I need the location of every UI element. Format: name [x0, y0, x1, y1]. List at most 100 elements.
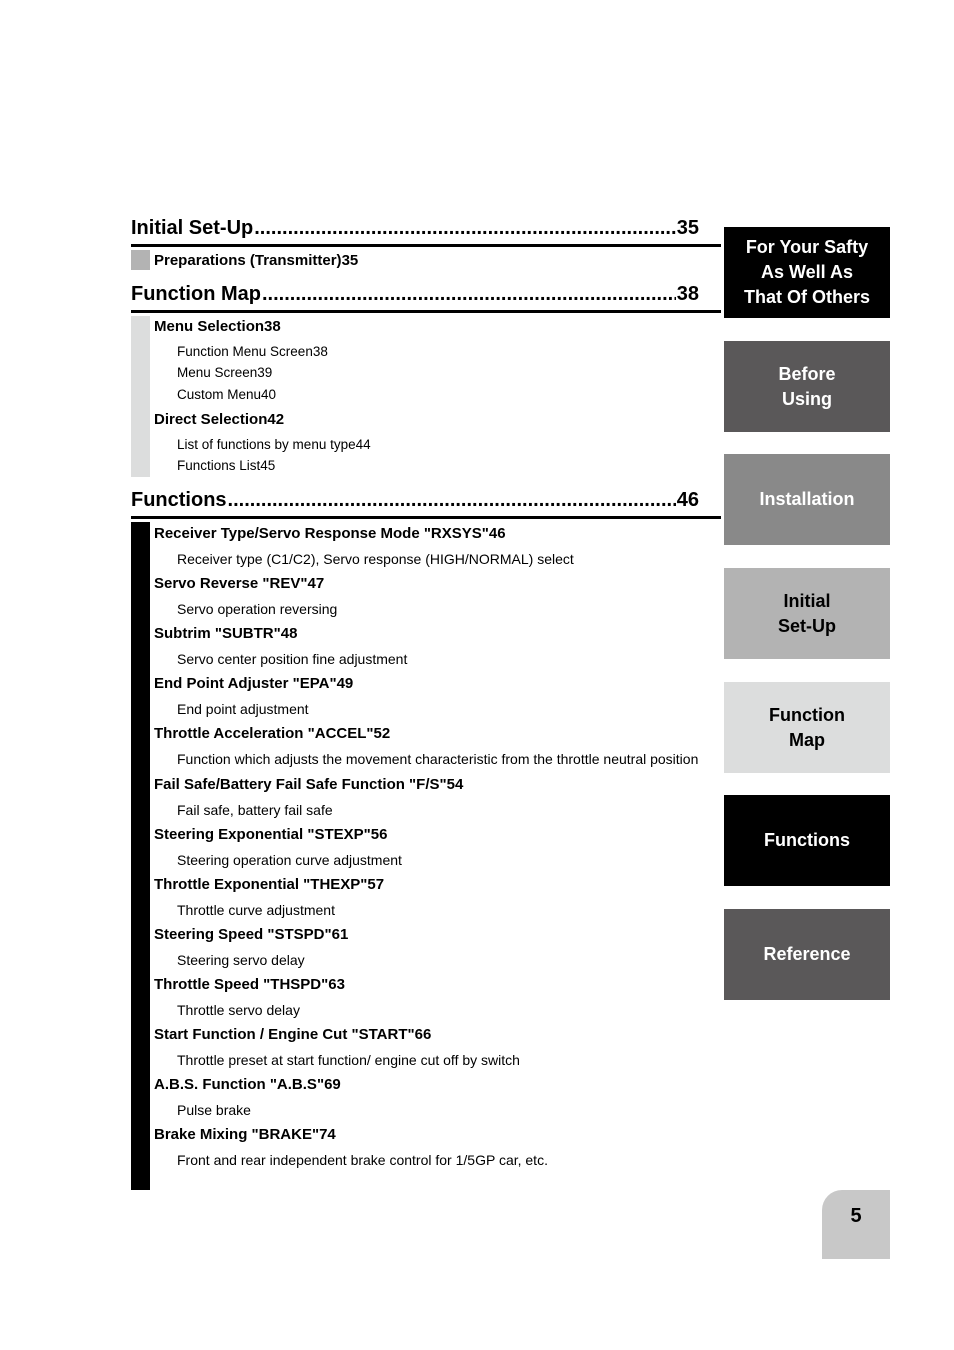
- tab-label-line: Set-Up: [778, 615, 836, 636]
- entry-page: 56: [370, 825, 388, 843]
- entry-description: Receiver type (C1/C2), Servo response (H…: [177, 551, 574, 567]
- entry-description: Throttle servo delay: [177, 1001, 300, 1018]
- entry-page: 44: [355, 437, 371, 452]
- toc-entry[interactable]: Subtrim "SUBTR" 48: [154, 625, 631, 642]
- toc-entry[interactable]: Brake Mixing "BRAKE" 74: [154, 1126, 631, 1143]
- entry-title: Function Menu Screen: [177, 344, 313, 359]
- entry-page: 74: [319, 1126, 336, 1144]
- entry-page: 63: [328, 975, 345, 993]
- section-page: 35: [676, 217, 699, 239]
- entry-title: Throttle Exponential "THEXP": [154, 875, 368, 893]
- tab-label-line: That Of Others: [743, 287, 870, 307]
- entry-description: Servo center position fine adjustment: [177, 651, 408, 668]
- entry-page: 47: [307, 575, 325, 593]
- section-initial-setup[interactable]: Initial Set-Up 35: [131, 217, 721, 247]
- tab-functions[interactable]: Functions: [724, 795, 890, 886]
- entry-title: Steering Exponential "STEXP": [154, 825, 371, 843]
- tab-installation[interactable]: Installation: [724, 454, 890, 545]
- entry-description: Steering servo delay: [177, 951, 305, 968]
- entry-page: 57: [367, 875, 385, 893]
- section-functions[interactable]: Functions 46: [131, 489, 721, 519]
- entry-description: Throttle curve adjustment: [177, 901, 335, 918]
- section-bar-function-map: [131, 316, 150, 477]
- entry-page: 38: [264, 318, 281, 335]
- tab-label-line: Function: [769, 704, 845, 725]
- section-page: 38: [676, 283, 699, 305]
- leader-dots: [262, 283, 676, 306]
- toc-sub-entry[interactable]: Function Menu Screen 38: [177, 344, 585, 359]
- entry-page: 45: [260, 458, 276, 473]
- section-function-map[interactable]: Function Map 38: [131, 283, 721, 313]
- section-title: Function Map: [131, 283, 261, 305]
- toc-sub-entry[interactable]: Menu Screen 39: [177, 365, 585, 380]
- toc-sub-entry[interactable]: Functions List 45: [177, 458, 585, 473]
- entry-page: 52: [373, 725, 391, 743]
- toc-entry[interactable]: Steering Exponential "STEXP" 56: [154, 826, 631, 843]
- entry-title: Receiver Type/Servo Response Mode "RXSYS…: [154, 525, 489, 542]
- entry-page: 40: [261, 387, 277, 402]
- entry-title: Start Function / Engine Cut "START": [154, 1026, 415, 1043]
- tab-label-line: Initial: [783, 590, 831, 611]
- entry-description: Fail safe, battery fail safe: [177, 801, 333, 818]
- section-page: 46: [676, 489, 699, 511]
- toc-entry[interactable]: Preparations (Transmitter) 35: [154, 252, 631, 269]
- tab-function-map[interactable]: Function Map: [724, 682, 890, 773]
- toc-entry[interactable]: Servo Reverse "REV" 47: [154, 575, 631, 592]
- tab-label-line: Functions: [764, 830, 850, 850]
- entry-page: 42: [267, 411, 285, 428]
- tab-label-line: Installation: [759, 489, 855, 509]
- toc-entry[interactable]: Fail Safe/Battery Fail Safe Function "F/…: [154, 776, 631, 793]
- tab-label-line: As Well As: [760, 262, 853, 282]
- tab-label-line: Before: [778, 363, 836, 384]
- entry-title: A.B.S. Function "A.B.S": [154, 1076, 325, 1094]
- entry-page: 46: [488, 525, 506, 542]
- entry-title: Functions List: [177, 458, 261, 473]
- entry-page: 66: [414, 1026, 432, 1043]
- section-bar-functions: [131, 522, 150, 1190]
- entry-title: Servo Reverse "REV": [154, 575, 308, 593]
- toc-entry[interactable]: A.B.S. Function "A.B.S" 69: [154, 1076, 631, 1093]
- tab-label-line: Reference: [763, 944, 851, 964]
- entry-page: 39: [257, 365, 273, 380]
- toc-entry[interactable]: Throttle Acceleration "ACCEL" 52: [154, 725, 631, 742]
- entry-description: Function which adjusts the movement char…: [177, 751, 699, 768]
- entry-title: Direct Selection: [154, 411, 268, 428]
- entry-title: Menu Selection: [154, 318, 265, 335]
- entry-description: Servo operation reversing: [177, 601, 338, 618]
- tab-label-line: For Your Safty: [745, 237, 869, 257]
- toc-entry[interactable]: Menu Selection 38: [154, 318, 631, 335]
- tab-label-line: Using: [781, 388, 832, 409]
- entry-page: 69: [324, 1076, 341, 1094]
- entry-description: Throttle preset at start function/ engin…: [177, 1052, 520, 1068]
- section-rule: [131, 516, 721, 519]
- toc-entry[interactable]: Throttle Exponential "THEXP" 57: [154, 876, 631, 893]
- entry-title: Steering Speed "STSPD": [154, 925, 332, 943]
- section-title: Functions: [131, 489, 227, 511]
- toc-entry[interactable]: Direct Selection 42: [154, 411, 631, 428]
- entry-title: Subtrim "SUBTR": [154, 625, 281, 643]
- toc-entry[interactable]: Receiver Type/Servo Response Mode "RXSYS…: [154, 525, 631, 542]
- tab-initial-setup[interactable]: Initial Set-Up: [724, 568, 890, 659]
- entry-description: End point adjustment: [177, 701, 309, 718]
- section-title: Initial Set-Up: [131, 217, 254, 239]
- toc-entry[interactable]: Start Function / Engine Cut "START" 66: [154, 1026, 631, 1043]
- toc-entry[interactable]: Steering Speed "STSPD" 61: [154, 926, 631, 943]
- section-rule: [131, 310, 721, 313]
- toc-entry[interactable]: Throttle Speed "THSPD" 63: [154, 976, 631, 993]
- entry-title: Preparations (Transmitter): [154, 252, 342, 269]
- toc-sub-entry[interactable]: Custom Menu 40: [177, 387, 585, 402]
- entry-title: Brake Mixing "BRAKE": [154, 1126, 320, 1144]
- entry-title: Menu Screen: [177, 365, 258, 380]
- entry-page: 61: [331, 925, 349, 943]
- toc-sub-entry[interactable]: List of functions by menu type 44: [177, 437, 585, 452]
- entry-title: Throttle Speed "THSPD": [154, 975, 329, 993]
- leader-dots: [254, 217, 676, 240]
- tab-before-using[interactable]: Before Using: [724, 341, 890, 432]
- page-number: 5: [822, 1190, 890, 1259]
- entry-title: Fail Safe/Battery Fail Safe Function "F/…: [154, 775, 447, 793]
- tab-reference[interactable]: Reference: [724, 909, 890, 1000]
- entry-page: 54: [446, 775, 464, 793]
- section-bar-initial-setup: [131, 250, 150, 270]
- toc-entry[interactable]: End Point Adjuster "EPA" 49: [154, 675, 631, 692]
- tab-safety[interactable]: For Your Safty As Well As That Of Others: [724, 227, 890, 318]
